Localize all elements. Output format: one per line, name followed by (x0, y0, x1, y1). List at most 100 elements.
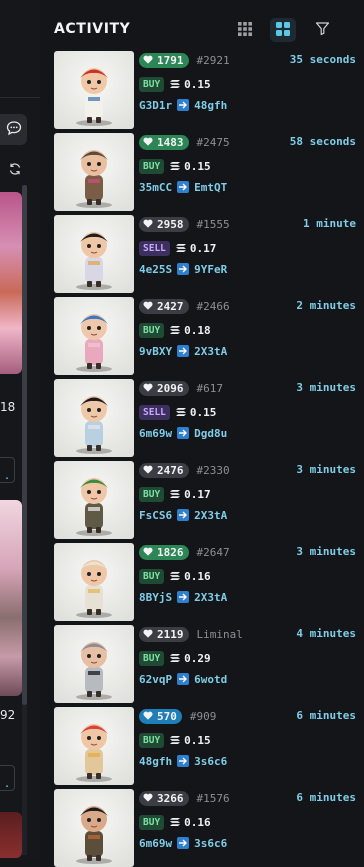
price: 0.18 (170, 324, 211, 337)
nft-thumbnail[interactable] (54, 379, 134, 457)
arrow-right-icon (177, 673, 190, 685)
buyer-address[interactable]: 6wotd (194, 673, 227, 686)
activity-row[interactable]: 1791 #2921 35 seconds BUY 0.15 G3D1r 48g… (54, 51, 364, 129)
heart-icon (143, 792, 153, 805)
buyer-address[interactable]: 3s6c6 (194, 837, 227, 850)
solana-icon (170, 160, 181, 173)
likes-badge[interactable]: 2427 (139, 299, 189, 314)
seller-address[interactable]: 6m69w (139, 837, 172, 850)
nft-thumbnail[interactable] (54, 789, 134, 867)
refresh-button[interactable] (6, 161, 24, 179)
activity-time: 2 minutes (296, 299, 356, 312)
chat-button[interactable] (0, 114, 27, 145)
likes-badge[interactable]: 2119 (139, 627, 189, 642)
heart-icon (143, 546, 153, 559)
seller-address[interactable]: 8BYjS (139, 591, 172, 604)
transaction-type-badge: BUY (139, 158, 165, 174)
collection-card-image[interactable] (0, 500, 22, 696)
activity-row[interactable]: 1826 #2647 3 minutes BUY 0.16 8BYjS 2X3t… (54, 543, 364, 621)
arrow-right-icon (177, 181, 190, 193)
activity-row[interactable]: 3266 #1576 6 minutes BUY 0.16 6m69w 3s6c… (54, 789, 364, 867)
activity-details: 2427 #2466 2 minutes BUY 0.18 9vBXY 2X3t… (139, 299, 364, 373)
heart-icon (143, 710, 153, 723)
nft-rank: #2921 (196, 54, 230, 67)
buyer-address[interactable]: 2X3tA (194, 591, 227, 604)
nft-rank: #1555 (196, 218, 230, 231)
activity-row[interactable]: 2119 Liminal 4 minutes BUY 0.29 62vqP 6w… (54, 625, 364, 703)
solana-icon (170, 488, 181, 501)
solana-icon (170, 78, 181, 91)
nft-rank: #909 (189, 710, 217, 723)
filter-button[interactable] (309, 18, 335, 42)
likes-count: 2119 (157, 628, 184, 641)
likes-badge[interactable]: 2096 (139, 381, 189, 396)
left-sidebar: 18 . 92 . (0, 0, 41, 858)
nft-thumbnail[interactable] (54, 625, 134, 703)
likes-badge[interactable]: 3266 (139, 791, 189, 806)
likes-badge[interactable]: 570 (139, 709, 182, 724)
likes-count: 2427 (157, 300, 184, 313)
transaction-type-badge: BUY (139, 322, 165, 338)
collection-card-image[interactable] (0, 192, 22, 374)
collection-card-chip[interactable]: . (0, 765, 15, 791)
activity-row[interactable]: 2427 #2466 2 minutes BUY 0.18 9vBXY 2X3t… (54, 297, 364, 375)
price: 0.16 (170, 570, 211, 583)
filter-icon (315, 21, 330, 40)
activity-time: 6 minutes (296, 709, 356, 722)
seller-address[interactable]: 6m69w (139, 427, 172, 440)
collection-card-image[interactable] (0, 812, 22, 858)
buyer-address[interactable]: 48gfh (194, 99, 227, 112)
solana-icon (170, 570, 181, 583)
activity-details: 570 #909 6 minutes BUY 0.15 48gfh 3s6c6 (139, 709, 364, 783)
arrow-right-icon (177, 427, 190, 439)
collection-card-chip[interactable]: . (0, 457, 15, 483)
likes-badge[interactable]: 2958 (139, 217, 189, 232)
likes-badge[interactable]: 1826 (139, 545, 189, 560)
seller-address[interactable]: 62vqP (139, 673, 172, 686)
nft-thumbnail[interactable] (54, 51, 134, 129)
buyer-address[interactable]: 9YFeR (194, 263, 227, 276)
nft-thumbnail[interactable] (54, 543, 134, 621)
transaction-type-badge: BUY (139, 732, 165, 748)
seller-address[interactable]: 48gfh (139, 755, 172, 768)
refresh-icon (8, 161, 22, 180)
solana-icon (175, 406, 186, 419)
buyer-address[interactable]: 3s6c6 (194, 755, 227, 768)
buyer-address[interactable]: Dgd8u (194, 427, 227, 440)
activity-row[interactable]: 570 #909 6 minutes BUY 0.15 48gfh 3s6c6 (54, 707, 364, 785)
nft-thumbnail[interactable] (54, 707, 134, 785)
activity-time: 3 minutes (296, 381, 356, 394)
activity-panel: ACTIVITY 1791 #2921 35 seconds BUY 0.15 … (40, 0, 364, 867)
seller-address[interactable]: G3D1r (139, 99, 172, 112)
buyer-address[interactable]: EmtQT (194, 181, 227, 194)
activity-details: 2476 #2330 3 minutes BUY 0.17 FsCS6 2X3t… (139, 463, 364, 537)
activity-time: 1 minute (303, 217, 356, 230)
activity-time: 4 minutes (296, 627, 356, 640)
buyer-address[interactable]: 2X3tA (194, 509, 227, 522)
seller-address[interactable]: 9vBXY (139, 345, 172, 358)
nft-thumbnail[interactable] (54, 133, 134, 211)
likes-badge[interactable]: 2476 (139, 463, 189, 478)
activity-row[interactable]: 2958 #1555 1 minute SELL 0.17 4e25S 9YFe… (54, 215, 364, 293)
nft-thumbnail[interactable] (54, 215, 134, 293)
price: 0.29 (170, 652, 211, 665)
activity-row[interactable]: 1483 #2475 58 seconds BUY 0.15 35mCC Emt… (54, 133, 364, 211)
grid-view-button[interactable] (270, 18, 296, 42)
activity-row[interactable]: 2096 #617 3 minutes SELL 0.15 6m69w Dgd8… (54, 379, 364, 457)
nft-thumbnail[interactable] (54, 297, 134, 375)
seller-address[interactable]: 35mCC (139, 181, 172, 194)
activity-time: 58 seconds (289, 135, 356, 148)
arrow-right-icon (177, 837, 190, 849)
seller-address[interactable]: 4e25S (139, 263, 172, 276)
likes-badge[interactable]: 1483 (139, 135, 189, 150)
activity-details: 3266 #1576 6 minutes BUY 0.16 6m69w 3s6c… (139, 791, 364, 865)
activity-details: 1826 #2647 3 minutes BUY 0.16 8BYjS 2X3t… (139, 545, 364, 619)
list-view-button[interactable] (232, 18, 258, 42)
activity-row[interactable]: 2476 #2330 3 minutes BUY 0.17 FsCS6 2X3t… (54, 461, 364, 539)
seller-address[interactable]: FsCS6 (139, 509, 172, 522)
likes-badge[interactable]: 1791 (139, 53, 189, 68)
nft-thumbnail[interactable] (54, 461, 134, 539)
heart-icon (143, 218, 153, 231)
scrollbar-thumb[interactable] (22, 185, 27, 705)
buyer-address[interactable]: 2X3tA (194, 345, 227, 358)
